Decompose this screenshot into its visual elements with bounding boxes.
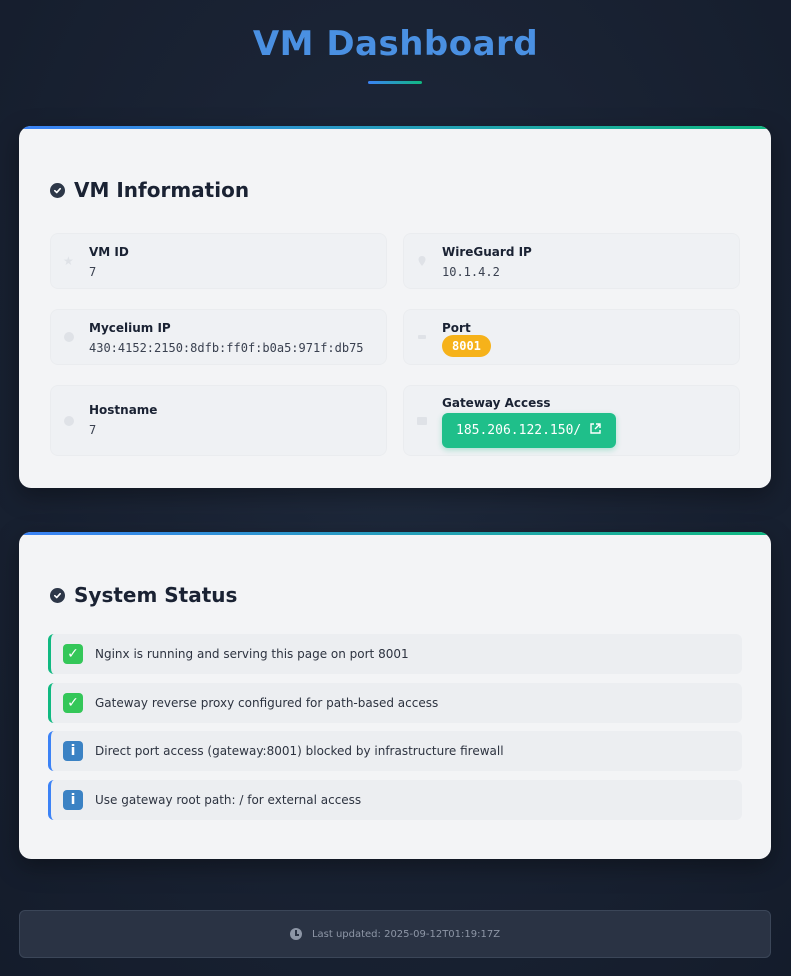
info-item-port: Port 8001 [403, 309, 740, 365]
last-updated-text: Last updated: 2025-09-12T01:19:17Z [311, 928, 501, 940]
mycelium-ip-value: 430:4152:2150:8dfb:ff0f:b0a5:971f:db75 [89, 341, 364, 355]
map-pin-icon [416, 255, 428, 267]
status-text: Use gateway root path: / for external ac… [95, 793, 362, 807]
server-icon [63, 415, 75, 427]
info-icon: i [63, 790, 83, 810]
check-circle-icon [50, 587, 65, 603]
vm-id-label: VM ID [89, 245, 129, 259]
check-mark-icon: ✓ [63, 644, 83, 664]
system-status-card: System Status ✓ Nginx is running and ser… [19, 532, 771, 859]
check-mark-icon: ✓ [63, 693, 83, 713]
vm-information-card: VM Information ★ VM ID 7 WireGuard IP 10… [19, 126, 771, 488]
footer: Last updated: 2025-09-12T01:19:17Z [19, 910, 771, 958]
status-item-nginx: ✓ Nginx is running and serving this page… [48, 634, 742, 674]
page-title: VM Dashboard [252, 24, 539, 64]
gateway-access-label: Gateway Access [442, 396, 551, 410]
info-item-gateway-access: Gateway Access 185.206.122.150/ [403, 385, 740, 456]
check-circle-icon [50, 182, 65, 198]
plug-icon [416, 331, 428, 343]
wireguard-ip-label: WireGuard IP [442, 245, 532, 259]
external-link-icon [589, 422, 602, 439]
port-badge: 8001 [442, 335, 491, 357]
status-text: Gateway reverse proxy configured for pat… [95, 696, 439, 710]
mycelium-ip-label: Mycelium IP [89, 321, 171, 335]
vm-information-title: VM Information [74, 178, 250, 202]
star-icon: ★ [63, 254, 74, 268]
system-status-header: System Status [50, 583, 237, 607]
info-icon: i [63, 741, 83, 761]
hostname-label: Hostname [89, 403, 158, 417]
vm-information-header: VM Information [50, 178, 249, 202]
info-item-hostname: Hostname 7 [50, 385, 387, 456]
status-item-gateway-proxy: ✓ Gateway reverse proxy configured for p… [48, 683, 742, 723]
status-text: Direct port access (gateway:8001) blocke… [95, 744, 504, 758]
vm-id-value: 7 [89, 265, 97, 279]
status-item-root-path: i Use gateway root path: / for external … [48, 780, 742, 820]
info-item-mycelium-ip: Mycelium IP 430:4152:2150:8dfb:ff0f:b0a5… [50, 309, 387, 365]
info-item-wireguard-ip: WireGuard IP 10.1.4.2 [403, 233, 740, 289]
status-text: Nginx is running and serving this page o… [95, 647, 409, 661]
info-item-vm-id: ★ VM ID 7 [50, 233, 387, 289]
wireguard-ip-value: 10.1.4.2 [442, 265, 500, 279]
port-label: Port [442, 321, 471, 335]
status-item-port-blocked: i Direct port access (gateway:8001) bloc… [48, 731, 742, 771]
gateway-access-value: 185.206.122.150/ [456, 423, 582, 438]
title-underline [368, 81, 422, 84]
system-status-title: System Status [74, 583, 238, 607]
gateway-icon [416, 415, 428, 427]
clock-icon [289, 928, 302, 940]
globe-icon [63, 331, 75, 343]
hostname-value: 7 [89, 423, 97, 437]
gateway-access-link[interactable]: 185.206.122.150/ [442, 413, 617, 448]
